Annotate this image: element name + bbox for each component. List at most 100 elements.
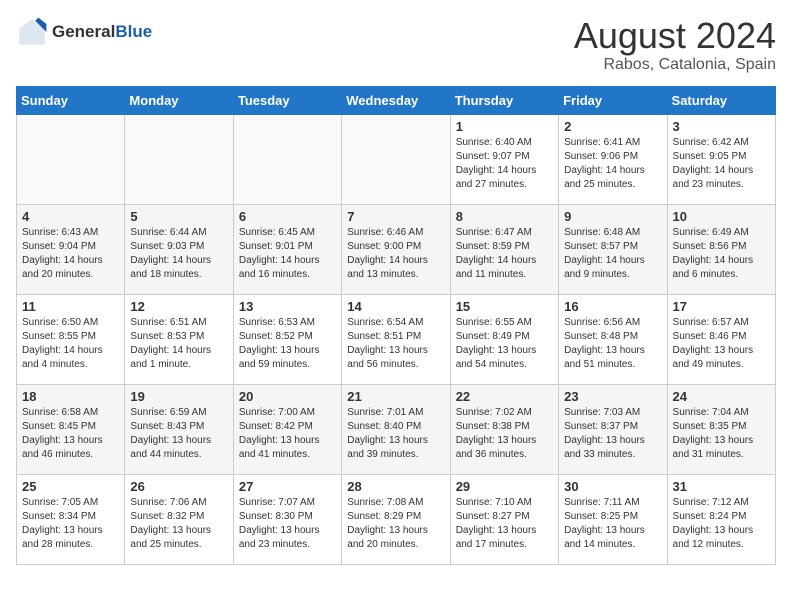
generalblue-logo-icon — [16, 16, 48, 48]
day-info: Sunrise: 6:55 AM Sunset: 8:49 PM Dayligh… — [456, 316, 553, 372]
logo-blue: Blue — [115, 22, 152, 41]
calendar-cell: 23 Sunrise: 7:03 AM Sunset: 8:37 PM Dayli… — [559, 384, 667, 474]
day-info: Sunrise: 7:08 AM Sunset: 8:29 PM Dayligh… — [347, 496, 444, 552]
day-info: Sunrise: 7:07 AM Sunset: 8:30 PM Dayligh… — [239, 496, 336, 552]
day-number: 11 — [22, 299, 119, 314]
day-number: 2 — [564, 119, 661, 134]
day-number: 27 — [239, 479, 336, 494]
day-number: 13 — [239, 299, 336, 314]
calendar-cell: 26 Sunrise: 7:06 AM Sunset: 8:32 PM Dayli… — [125, 474, 233, 564]
day-number: 22 — [456, 389, 553, 404]
day-number: 23 — [564, 389, 661, 404]
day-info: Sunrise: 6:54 AM Sunset: 8:51 PM Dayligh… — [347, 316, 444, 372]
day-info: Sunrise: 6:50 AM Sunset: 8:55 PM Dayligh… — [22, 316, 119, 372]
day-number: 17 — [673, 299, 770, 314]
day-number: 30 — [564, 479, 661, 494]
day-info: Sunrise: 6:51 AM Sunset: 8:53 PM Dayligh… — [130, 316, 227, 372]
col-header-wednesday: Wednesday — [342, 86, 450, 114]
calendar-cell: 16Sunrise: 6:56 AM Sunset: 8:48 PM Dayli… — [559, 294, 667, 384]
day-number: 1 — [456, 119, 553, 134]
calendar-cell — [342, 114, 450, 204]
calendar-cell: 12 Sunrise: 6:51 AM Sunset: 8:53 PM Dayli… — [125, 294, 233, 384]
day-info: Sunrise: 7:00 AM Sunset: 8:42 PM Dayligh… — [239, 406, 336, 462]
day-info: Sunrise: 7:06 AM Sunset: 8:32 PM Dayligh… — [130, 496, 227, 552]
location-subtitle: Rabos, Catalonia, Spain — [574, 56, 776, 74]
day-number: 24 — [673, 389, 770, 404]
day-info: Sunrise: 7:03 AM Sunset: 8:37 PM Dayligh… — [564, 406, 661, 462]
calendar-week-row: 1 Sunrise: 6:40 AM Sunset: 9:07 PM Daylig… — [17, 114, 776, 204]
day-number: 26 — [130, 479, 227, 494]
day-number: 12 — [130, 299, 227, 314]
col-header-monday: Monday — [125, 86, 233, 114]
calendar-cell: 25 Sunrise: 7:05 AM Sunset: 8:34 PM Dayli… — [17, 474, 125, 564]
logo: GeneralBlue — [16, 16, 152, 48]
calendar-cell: 30Sunrise: 7:11 AM Sunset: 8:25 PM Dayli… — [559, 474, 667, 564]
calendar-cell: 22 Sunrise: 7:02 AM Sunset: 8:38 PM Dayli… — [450, 384, 558, 474]
day-info: Sunrise: 6:42 AM Sunset: 9:05 PM Dayligh… — [673, 136, 770, 192]
col-header-friday: Friday — [559, 86, 667, 114]
calendar-cell: 2Sunrise: 6:41 AM Sunset: 9:06 PM Daylig… — [559, 114, 667, 204]
calendar-table: SundayMondayTuesdayWednesdayThursdayFrid… — [16, 86, 776, 565]
calendar-cell: 18 Sunrise: 6:58 AM Sunset: 8:45 PM Dayli… — [17, 384, 125, 474]
calendar-cell: 5 Sunrise: 6:44 AM Sunset: 9:03 PM Daylig… — [125, 204, 233, 294]
calendar-cell: 10 Sunrise: 6:49 AM Sunset: 8:56 PM Dayli… — [667, 204, 775, 294]
calendar-cell: 21 Sunrise: 7:01 AM Sunset: 8:40 PM Dayli… — [342, 384, 450, 474]
calendar-week-row: 11 Sunrise: 6:50 AM Sunset: 8:55 PM Dayli… — [17, 294, 776, 384]
day-number: 25 — [22, 479, 119, 494]
day-info: Sunrise: 6:59 AM Sunset: 8:43 PM Dayligh… — [130, 406, 227, 462]
day-number: 18 — [22, 389, 119, 404]
day-info: Sunrise: 6:46 AM Sunset: 9:00 PM Dayligh… — [347, 226, 444, 282]
day-info: Sunrise: 6:40 AM Sunset: 9:07 PM Dayligh… — [456, 136, 553, 192]
calendar-cell: 4Sunrise: 6:43 AM Sunset: 9:04 PM Daylig… — [17, 204, 125, 294]
day-number: 5 — [130, 209, 227, 224]
day-number: 31 — [673, 479, 770, 494]
day-number: 21 — [347, 389, 444, 404]
day-number: 6 — [239, 209, 336, 224]
logo-general: General — [52, 22, 115, 41]
day-number: 14 — [347, 299, 444, 314]
calendar-cell: 13 Sunrise: 6:53 AM Sunset: 8:52 PM Dayli… — [233, 294, 341, 384]
header: GeneralBlue August 2024 Rabos, Catalonia… — [16, 16, 776, 74]
day-info: Sunrise: 6:53 AM Sunset: 8:52 PM Dayligh… — [239, 316, 336, 372]
day-number: 15 — [456, 299, 553, 314]
calendar-cell: 7 Sunrise: 6:46 AM Sunset: 9:00 PM Daylig… — [342, 204, 450, 294]
calendar-cell — [17, 114, 125, 204]
calendar-cell: 15 Sunrise: 6:55 AM Sunset: 8:49 PM Dayli… — [450, 294, 558, 384]
day-number: 3 — [673, 119, 770, 134]
day-info: Sunrise: 6:48 AM Sunset: 8:57 PM Dayligh… — [564, 226, 661, 282]
title-area: August 2024 Rabos, Catalonia, Spain — [574, 16, 776, 74]
day-number: 20 — [239, 389, 336, 404]
day-info: Sunrise: 6:57 AM Sunset: 8:46 PM Dayligh… — [673, 316, 770, 372]
day-info: Sunrise: 6:58 AM Sunset: 8:45 PM Dayligh… — [22, 406, 119, 462]
calendar-cell: 19 Sunrise: 6:59 AM Sunset: 8:43 PM Dayli… — [125, 384, 233, 474]
day-info: Sunrise: 7:02 AM Sunset: 8:38 PM Dayligh… — [456, 406, 553, 462]
day-info: Sunrise: 6:49 AM Sunset: 8:56 PM Dayligh… — [673, 226, 770, 282]
calendar-cell: 31Sunrise: 7:12 AM Sunset: 8:24 PM Dayli… — [667, 474, 775, 564]
day-info: Sunrise: 6:45 AM Sunset: 9:01 PM Dayligh… — [239, 226, 336, 282]
calendar-cell: 29Sunrise: 7:10 AM Sunset: 8:27 PM Dayli… — [450, 474, 558, 564]
logo-text: GeneralBlue — [52, 22, 152, 42]
calendar-cell: 11 Sunrise: 6:50 AM Sunset: 8:55 PM Dayli… — [17, 294, 125, 384]
day-number: 28 — [347, 479, 444, 494]
calendar-header-row: SundayMondayTuesdayWednesdayThursdayFrid… — [17, 86, 776, 114]
calendar-cell: 14 Sunrise: 6:54 AM Sunset: 8:51 PM Dayli… — [342, 294, 450, 384]
calendar-cell: 24Sunrise: 7:04 AM Sunset: 8:35 PM Dayli… — [667, 384, 775, 474]
day-info: Sunrise: 6:56 AM Sunset: 8:48 PM Dayligh… — [564, 316, 661, 372]
calendar-cell: 28 Sunrise: 7:08 AM Sunset: 8:29 PM Dayli… — [342, 474, 450, 564]
day-number: 8 — [456, 209, 553, 224]
calendar-cell: 8Sunrise: 6:47 AM Sunset: 8:59 PM Daylig… — [450, 204, 558, 294]
col-header-thursday: Thursday — [450, 86, 558, 114]
day-number: 29 — [456, 479, 553, 494]
calendar-week-row: 18 Sunrise: 6:58 AM Sunset: 8:45 PM Dayli… — [17, 384, 776, 474]
calendar-week-row: 4Sunrise: 6:43 AM Sunset: 9:04 PM Daylig… — [17, 204, 776, 294]
calendar-cell: 27 Sunrise: 7:07 AM Sunset: 8:30 PM Dayli… — [233, 474, 341, 564]
col-header-saturday: Saturday — [667, 86, 775, 114]
col-header-tuesday: Tuesday — [233, 86, 341, 114]
day-number: 19 — [130, 389, 227, 404]
day-info: Sunrise: 7:01 AM Sunset: 8:40 PM Dayligh… — [347, 406, 444, 462]
calendar-cell: 6 Sunrise: 6:45 AM Sunset: 9:01 PM Daylig… — [233, 204, 341, 294]
day-number: 10 — [673, 209, 770, 224]
day-info: Sunrise: 7:05 AM Sunset: 8:34 PM Dayligh… — [22, 496, 119, 552]
day-number: 7 — [347, 209, 444, 224]
day-info: Sunrise: 6:44 AM Sunset: 9:03 PM Dayligh… — [130, 226, 227, 282]
